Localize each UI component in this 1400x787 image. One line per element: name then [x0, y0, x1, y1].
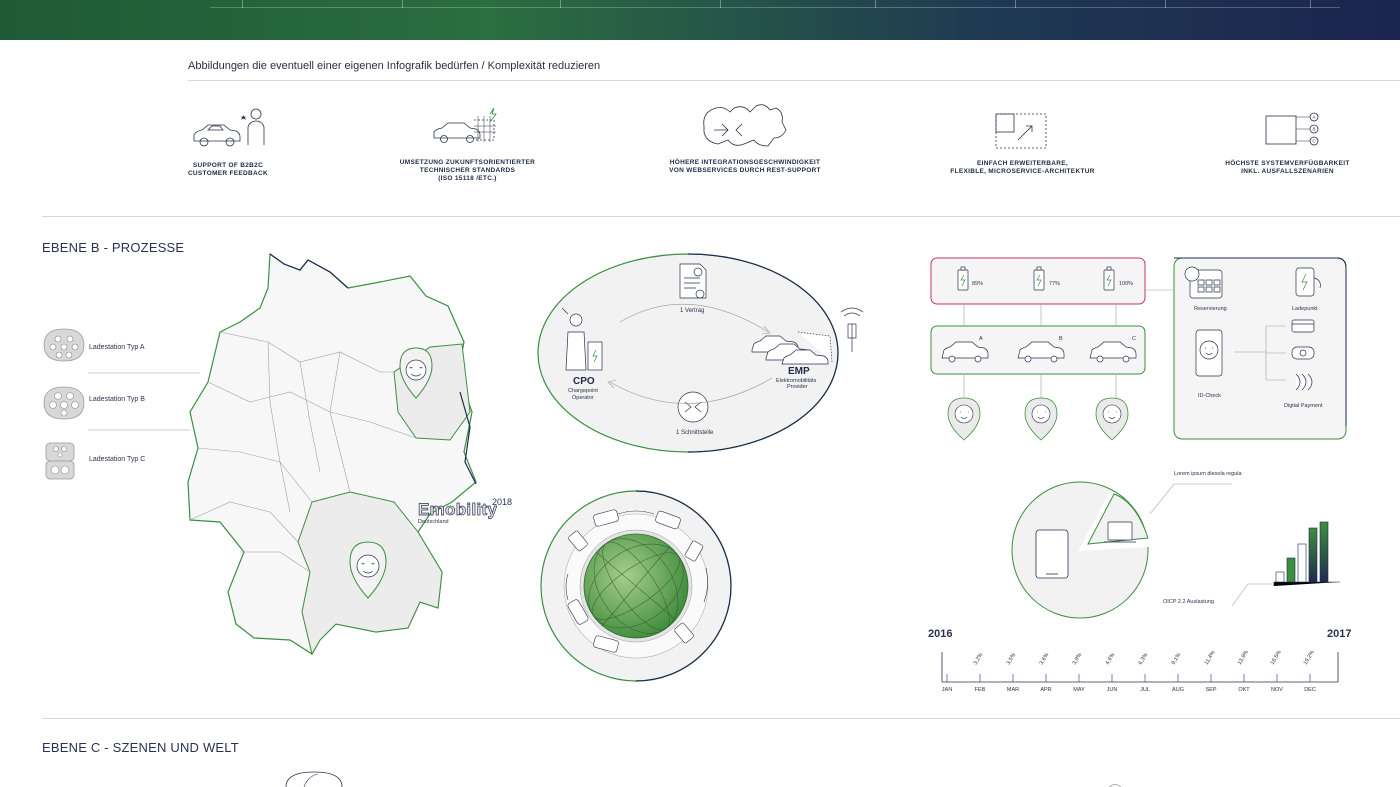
legend-label-c: Ladestation Typ C — [89, 456, 146, 463]
cpo-title: CPO — [573, 376, 595, 387]
cpo-sub1: Chargepoint — [568, 388, 598, 394]
charging-network-diagram — [930, 257, 1347, 441]
svg-text:B: B — [1312, 127, 1315, 132]
cpo-emp-cycle — [537, 253, 864, 453]
feature-label-5: HÖCHSTE SYSTEMVERFÜGBARKEIT INKL. AUSFAL… — [1225, 160, 1350, 175]
header-banner — [0, 0, 1400, 40]
timeline-month: NOV — [1271, 687, 1283, 693]
bar-4 — [1308, 527, 1318, 583]
timeline-start: 2016 — [928, 628, 953, 640]
timeline-month: MAR — [1006, 687, 1020, 693]
legend-label-a: Ladestation Typ A — [89, 344, 145, 351]
map-country: Deutschland — [418, 519, 449, 525]
section-b-title: EBENE B - PROZESSE — [42, 240, 185, 255]
timeline-month: MAY — [1073, 687, 1085, 693]
emp-sub2: Provider — [787, 384, 808, 390]
car-grid-icon — [433, 107, 497, 143]
feature-label-3: HÖHERE INTEGRATIONSGESCHWINDIGKEIT VON W… — [669, 159, 821, 174]
timeline-month: JUL — [1140, 687, 1150, 693]
small-arc-icon — [1108, 784, 1122, 787]
legend-label-b: Ladestation Typ B — [89, 396, 145, 403]
germany-map — [187, 252, 477, 656]
car-c-label: C — [1132, 336, 1136, 342]
globe-scene — [540, 490, 732, 682]
divider — [188, 80, 1400, 81]
timeline-end: 2017 — [1327, 628, 1352, 640]
section-c-title: EBENE C - SZENEN UND WELT — [42, 740, 239, 755]
cycle-contract-label: 1 Vertrag — [680, 308, 705, 314]
bar-note: OICP 2.2 Auslastung — [1163, 599, 1214, 605]
feature-label-4: EINFACH ERWEITERBARE, FLEXIBLE, MICROSER… — [950, 160, 1095, 175]
service-idcheck: ID-Check — [1198, 393, 1221, 399]
timeline-month: OKT — [1238, 687, 1250, 693]
timeline-month: APR — [1040, 687, 1052, 693]
expand-icon — [995, 113, 1047, 149]
timeline-month: JUN — [1106, 687, 1118, 693]
car-a-label: A — [979, 336, 983, 342]
battery-1-pct: 89% — [972, 281, 984, 287]
svg-text:C: C — [1312, 139, 1316, 144]
service-payment: Digital Payment — [1284, 403, 1323, 409]
emp-title: EMP — [788, 366, 810, 377]
battery-2-pct: 77% — [1049, 281, 1061, 287]
bar-1 — [1275, 571, 1285, 583]
service-chargepoint: Ladepunkt — [1292, 306, 1318, 312]
car-customer-icon — [193, 108, 265, 147]
intro-text: Abbildungen die eventuell einer eigenen … — [188, 60, 601, 72]
bar-5 — [1319, 521, 1329, 583]
feature-label-2: UMSETZUNG ZUKUNFTSORIENTIERTER TECHNISCH… — [399, 159, 536, 182]
europe-exchange-icon — [703, 104, 787, 147]
cycle-interface-label: 1 Schnittstelle — [676, 430, 714, 436]
battery-3-pct: 100% — [1119, 281, 1134, 287]
timeline-month: DEC — [1304, 687, 1316, 693]
bar-2 — [1286, 557, 1296, 583]
divider — [42, 718, 1400, 719]
car-b-label: B — [1059, 336, 1063, 342]
map-brand: Emobility — [418, 500, 498, 520]
pie-note: Lorem ipsum diesola regula — [1174, 471, 1242, 477]
timeline-month: AUG — [1172, 687, 1184, 693]
timeline-month: FEB — [974, 687, 986, 693]
svg-text:A: A — [1312, 115, 1315, 120]
abc-options-icon: A B C — [1265, 112, 1319, 146]
timeline-month: SEP — [1205, 687, 1217, 693]
bar-3 — [1297, 543, 1307, 583]
cpo-sub2: Operator — [572, 395, 594, 401]
map-year: 2018 — [492, 497, 513, 507]
timeline-month: JAN — [941, 687, 953, 693]
globe-icon — [285, 771, 343, 787]
feature-label-1: SUPPORT OF B2B2C CUSTOMER FEEDBACK — [187, 162, 269, 177]
divider — [42, 216, 1400, 217]
service-reservation: Reservierung — [1194, 306, 1227, 312]
